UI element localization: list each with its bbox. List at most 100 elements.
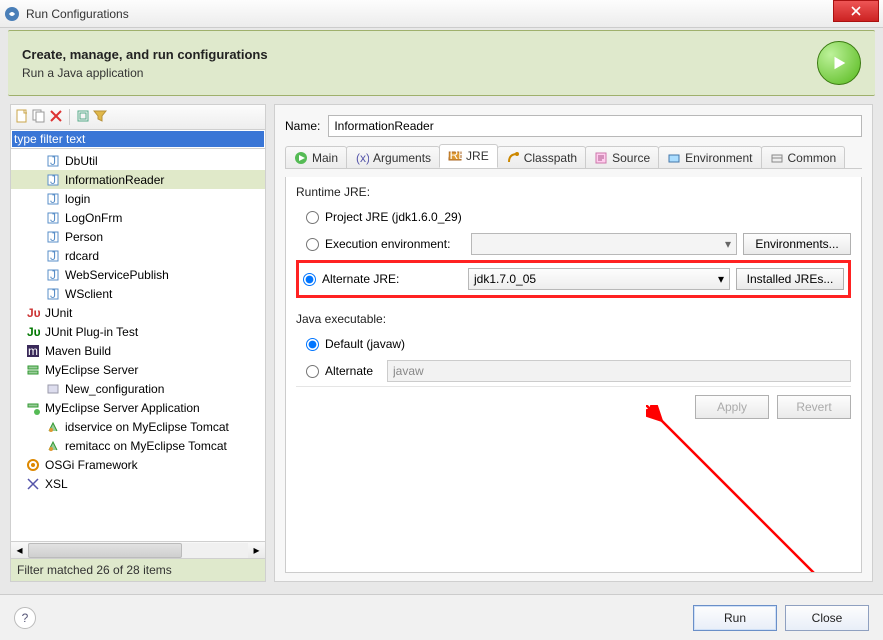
collapse-all-icon[interactable] [76,109,90,126]
tab-jre[interactable]: JREJRE [439,144,498,168]
tree-item[interactable]: OSGi Framework [11,455,265,474]
tree-item[interactable]: J Person [11,227,265,246]
default-exec-radio[interactable] [306,338,319,351]
runtime-jre-label: Runtime JRE: [296,185,851,199]
tree-item[interactable]: Jrdcard [11,246,265,265]
scroll-left-button[interactable]: ◂ [11,543,28,558]
revert-button[interactable]: Revert [777,395,851,419]
installed-jres-button[interactable]: Installed JREs... [736,268,844,290]
tree-item[interactable]: JLogOnFrm [11,208,265,227]
tree-item[interactable]: idservice on MyEclipse Tomcat [11,417,265,436]
tree-item[interactable]: MyEclipse Server [11,360,265,379]
java-app-icon: J [45,248,61,264]
filter-input[interactable]: type filter text [12,131,264,147]
name-label: Name: [285,119,320,133]
tree-item[interactable]: JWebServicePublish [11,265,265,284]
java-app-icon: J [45,210,61,226]
tree-item-label: MyEclipse Server Application [45,401,200,415]
tree-item-label: MyEclipse Server [45,363,138,377]
tree-item[interactable]: XSL [11,474,265,493]
osgi-icon [25,457,41,473]
tree-item-label: Maven Build [45,344,111,358]
scroll-thumb[interactable] [28,543,182,558]
tab-source[interactable]: Source [585,146,659,168]
tab-environment[interactable]: Environment [658,146,761,168]
alternate-jre-radio[interactable] [303,273,316,286]
tree-item[interactable]: remitacc on MyEclipse Tomcat [11,436,265,455]
filter-status: Filter matched 26 of 28 items [10,559,266,582]
server-icon [25,362,41,378]
tree-item[interactable]: JWSclient [11,284,265,303]
filter-container: type filter text [10,130,266,149]
alternate-jre-combo[interactable]: jdk1.7.0_05 ▾ [468,268,730,290]
alternate-jre-label: Alternate JRE: [322,272,462,286]
tree-scrollbar-horizontal[interactable]: ◂ ▸ [10,542,266,559]
svg-text:J: J [50,211,56,225]
tab-classpath[interactable]: Classpath [497,146,586,168]
tree-item-label: Person [65,230,103,244]
apply-button[interactable]: Apply [695,395,769,419]
left-panel: type filter text JDbUtilJInformationRead… [10,104,266,582]
window-title: Run Configurations [26,7,833,21]
tree-item[interactable]: JInformationReader [11,170,265,189]
svg-text:JRE: JRE [448,149,462,162]
close-button[interactable]: Close [785,605,869,631]
java-app-icon: J [45,267,61,283]
tab-common[interactable]: Common [761,146,846,168]
project-jre-label: Project JRE (jdk1.6.0_29) [325,210,462,224]
left-toolbar [10,104,266,130]
tree-item-label: New_configuration [65,382,164,396]
dialog-title: Create, manage, and run configurations [22,47,817,62]
tree-item-label: XSL [45,477,68,491]
tree-item[interactable]: New_configuration [11,379,265,398]
tree-item[interactable]: Jlogin [11,189,265,208]
server-app-icon [25,400,41,416]
deploy-icon [45,419,61,435]
junit-plug-icon: Jυ [25,324,41,340]
svg-text:(x)=: (x)= [356,151,369,165]
run-button[interactable]: Run [693,605,777,631]
xsl-icon [25,476,41,492]
svg-text:J: J [50,287,56,301]
tree-item[interactable]: MyEclipse Server Application [11,398,265,417]
environments-button[interactable]: Environments... [743,233,851,255]
svg-text:J: J [50,268,56,282]
help-button[interactable]: ? [14,607,36,629]
delete-config-icon[interactable] [49,109,63,126]
name-input[interactable] [328,115,862,137]
tree-item[interactable]: JDbUtil [11,151,265,170]
scroll-right-button[interactable]: ▸ [248,543,265,558]
tab-main[interactable]: Main [285,146,347,168]
svg-text:Jυ: Jυ [27,306,40,320]
app-icon [4,6,20,22]
java-app-icon: J [45,229,61,245]
java-app-icon: J [45,191,61,207]
tree-item-label: remitacc on MyEclipse Tomcat [65,439,227,453]
exec-env-radio[interactable] [306,238,319,251]
tree-item[interactable]: JυJUnit [11,303,265,322]
filter-icon[interactable] [93,109,107,126]
window-close-button[interactable] [833,0,879,22]
project-jre-radio[interactable] [306,211,319,224]
dialog-subtitle: Run a Java application [22,66,817,80]
duplicate-config-icon[interactable] [32,109,46,126]
run-banner-icon [817,41,861,85]
run-icon [294,151,308,165]
dialog-header: Create, manage, and run configurations R… [8,30,875,96]
config-tree[interactable]: JDbUtilJInformationReaderJloginJLogOnFrm… [10,149,266,542]
exec-env-combo[interactable]: ▾ [471,233,737,255]
server-cfg-icon [45,381,61,397]
new-config-icon[interactable] [15,109,29,126]
tab-label: Arguments [373,151,431,165]
jre-icon: JRE [448,149,462,163]
alternate-exec-radio[interactable] [306,365,319,378]
alternate-exec-label: Alternate [325,364,381,378]
right-panel: Name: Main (x)= Arguments JREJREClasspathSo… [274,104,873,582]
highlight-box: Alternate JRE: jdk1.7.0_05 ▾ Installed J… [296,260,851,298]
tree-item[interactable]: m Maven Build [11,341,265,360]
java-app-icon: J [45,172,61,188]
tab-arguments[interactable]: (x)= Arguments [346,146,440,168]
java-app-icon: J [45,153,61,169]
maven-icon: m [25,343,41,359]
tree-item[interactable]: JυJUnit Plug-in Test [11,322,265,341]
